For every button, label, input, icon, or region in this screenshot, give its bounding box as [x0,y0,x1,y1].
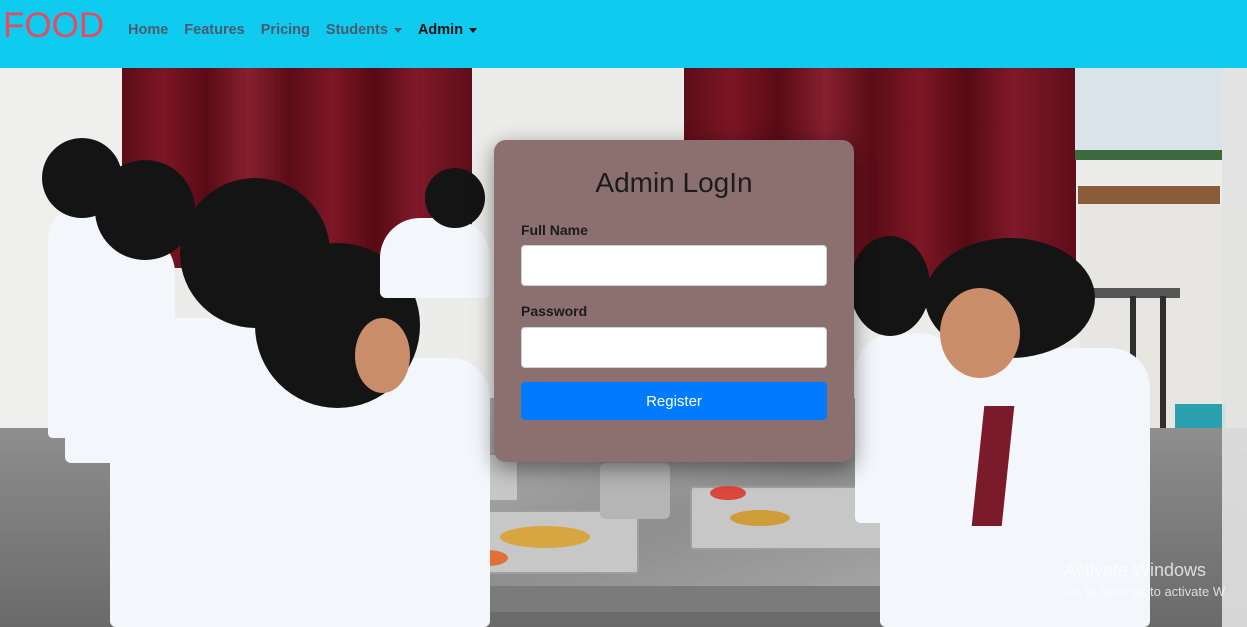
brand-logo[interactable]: FOOD [3,6,104,46]
student [380,218,490,298]
chevron-down-icon [393,28,402,33]
navbar: FOOD Home Features Pricing Students Admi… [0,0,1247,68]
nav-admin-dropdown[interactable]: Admin [410,22,485,38]
nav-students-label: Students [325,22,388,38]
nav-home-label: Home [128,22,169,38]
nav-admin-label: Admin [417,22,464,38]
student-hair [425,168,485,228]
full-name-label: Full Name [521,222,588,238]
student-face [940,288,1020,378]
watermark-line-1: Activate Windows [1064,560,1207,580]
register-button[interactable]: Register [521,382,827,420]
windows-activation-watermark: Activate Windows Go to Settings to activ… [1064,560,1225,599]
nav-pricing-label: Pricing [260,22,310,38]
nav-features-label: Features [184,22,245,38]
admin-login-card: Admin LogIn Full Name Password Register [494,140,854,462]
student-face [355,318,410,393]
food-bowl [710,486,746,500]
student-hair [850,236,930,336]
nav-features[interactable]: Features [176,22,252,38]
notice-board [1075,68,1222,160]
full-name-input[interactable] [521,245,827,286]
edge-strip [1222,68,1247,627]
chevron-down-icon [469,28,478,33]
nav-menu: Home Features Pricing Students Admin [120,0,485,60]
water-jug [600,463,670,519]
food-bowl [730,510,790,526]
login-title: Admin LogIn [595,167,753,198]
password-input[interactable] [521,327,827,368]
board-trim [1078,186,1220,204]
watermark-line-2: Go to Settings to activate W [1064,584,1226,599]
password-label: Password [521,303,588,319]
food-bowl [500,526,590,548]
nav-home[interactable]: Home [120,22,176,38]
nav-pricing[interactable]: Pricing [253,22,318,38]
nav-students-dropdown[interactable]: Students [318,22,410,38]
